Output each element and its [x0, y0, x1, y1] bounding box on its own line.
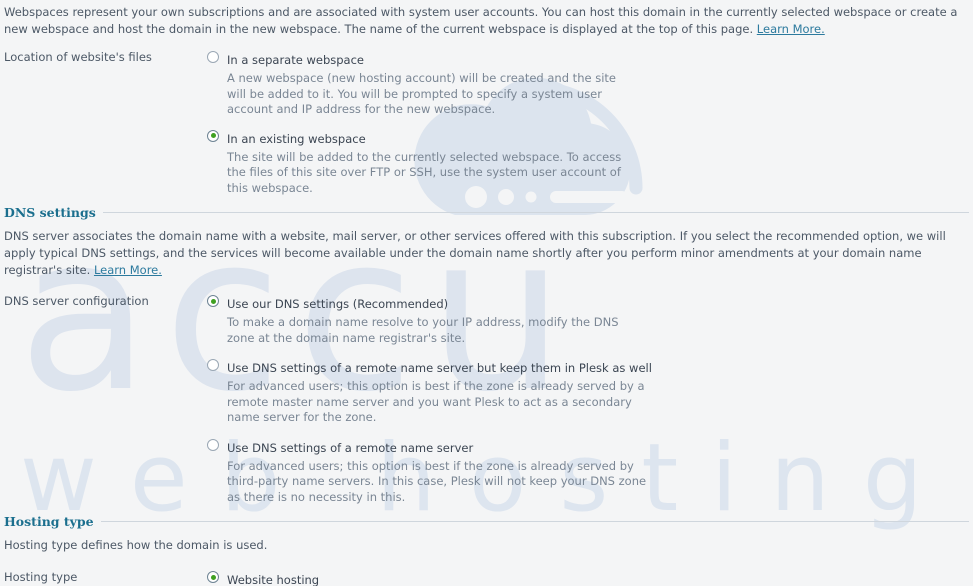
- dns-server-configuration-label: DNS server configuration: [4, 294, 149, 308]
- option-use-our-dns-settings-description: To make a domain name resolve to your IP…: [227, 315, 619, 345]
- option-separate-webspace-description: A new webspace (new hosting account) wil…: [227, 71, 616, 116]
- dns-settings-learn-more-link[interactable]: Learn More.: [94, 263, 162, 277]
- option-existing-webspace-description: The site will be added to the currently …: [227, 149, 622, 195]
- hosting-type-row: Hosting type Website hosting: [4, 569, 969, 586]
- option-separate-webspace-label[interactable]: In a separate webspace: [227, 53, 364, 68]
- hosting-type-section-header: Hosting type: [4, 514, 969, 529]
- dns-settings-description: DNS server associates the domain name wi…: [4, 228, 969, 279]
- option-remote-dns-keep-in-plesk-label[interactable]: Use DNS settings of a remote name server…: [227, 361, 652, 376]
- dns-server-configuration-row: DNS server configuration Use our DNS set…: [4, 293, 969, 505]
- hosting-type-section-title: Hosting type: [4, 514, 94, 529]
- radio-remote-dns-keep-in-plesk[interactable]: [207, 359, 219, 371]
- hosting-type-label: Hosting type: [4, 570, 78, 584]
- radio-existing-webspace[interactable]: [207, 129, 219, 142]
- section-divider-rule: [102, 212, 969, 213]
- location-of-website-files-row: Location of website's files In a separat…: [4, 49, 969, 196]
- location-of-website-files-options: In a separate webspace A new webspace (n…: [205, 49, 969, 196]
- radio-separate-webspace[interactable]: [207, 51, 219, 63]
- option-remote-dns-keep-in-plesk[interactable]: Use DNS settings of a remote name server…: [205, 357, 969, 426]
- dns-settings-section-title: DNS settings: [4, 205, 96, 220]
- radio-website-hosting[interactable]: [207, 571, 219, 583]
- option-remote-dns-keep-in-plesk-description: For advanced users; this option is best …: [227, 379, 645, 424]
- section-divider-rule: [100, 521, 969, 522]
- option-use-our-dns-settings-label[interactable]: Use our DNS settings (Recommended): [227, 297, 448, 312]
- option-remote-dns-only-description: For advanced users; this option is best …: [227, 458, 647, 504]
- radio-remote-dns-only[interactable]: [207, 438, 219, 451]
- option-remote-dns-only[interactable]: Use DNS settings of a remote name server…: [205, 437, 969, 506]
- webspace-intro-paragraph: Webspaces represent your own subscriptio…: [4, 4, 967, 38]
- option-use-our-dns-settings[interactable]: Use our DNS settings (Recommended) To ma…: [205, 293, 969, 346]
- option-website-hosting[interactable]: Website hosting: [205, 569, 969, 586]
- option-remote-dns-only-label[interactable]: Use DNS settings of a remote name server: [227, 441, 473, 456]
- dns-server-configuration-options: Use our DNS settings (Recommended) To ma…: [205, 293, 969, 505]
- location-of-website-files-label: Location of website's files: [4, 50, 152, 64]
- radio-use-our-dns-settings[interactable]: [207, 295, 219, 307]
- plesk-domain-settings-page: accu web hosting Webspaces represent you…: [0, 0, 973, 586]
- option-existing-webspace-label[interactable]: In an existing webspace: [227, 132, 366, 147]
- hosting-type-options: Website hosting: [205, 569, 969, 586]
- dns-settings-section-header: DNS settings: [4, 205, 969, 220]
- option-separate-webspace[interactable]: In a separate webspace A new webspace (n…: [205, 49, 969, 118]
- option-website-hosting-label[interactable]: Website hosting: [227, 573, 319, 586]
- option-existing-webspace[interactable]: In an existing webspace The site will be…: [205, 128, 969, 197]
- hosting-type-description: Hosting type defines how the domain is u…: [4, 538, 268, 552]
- webspace-learn-more-link[interactable]: Learn More.: [757, 22, 825, 36]
